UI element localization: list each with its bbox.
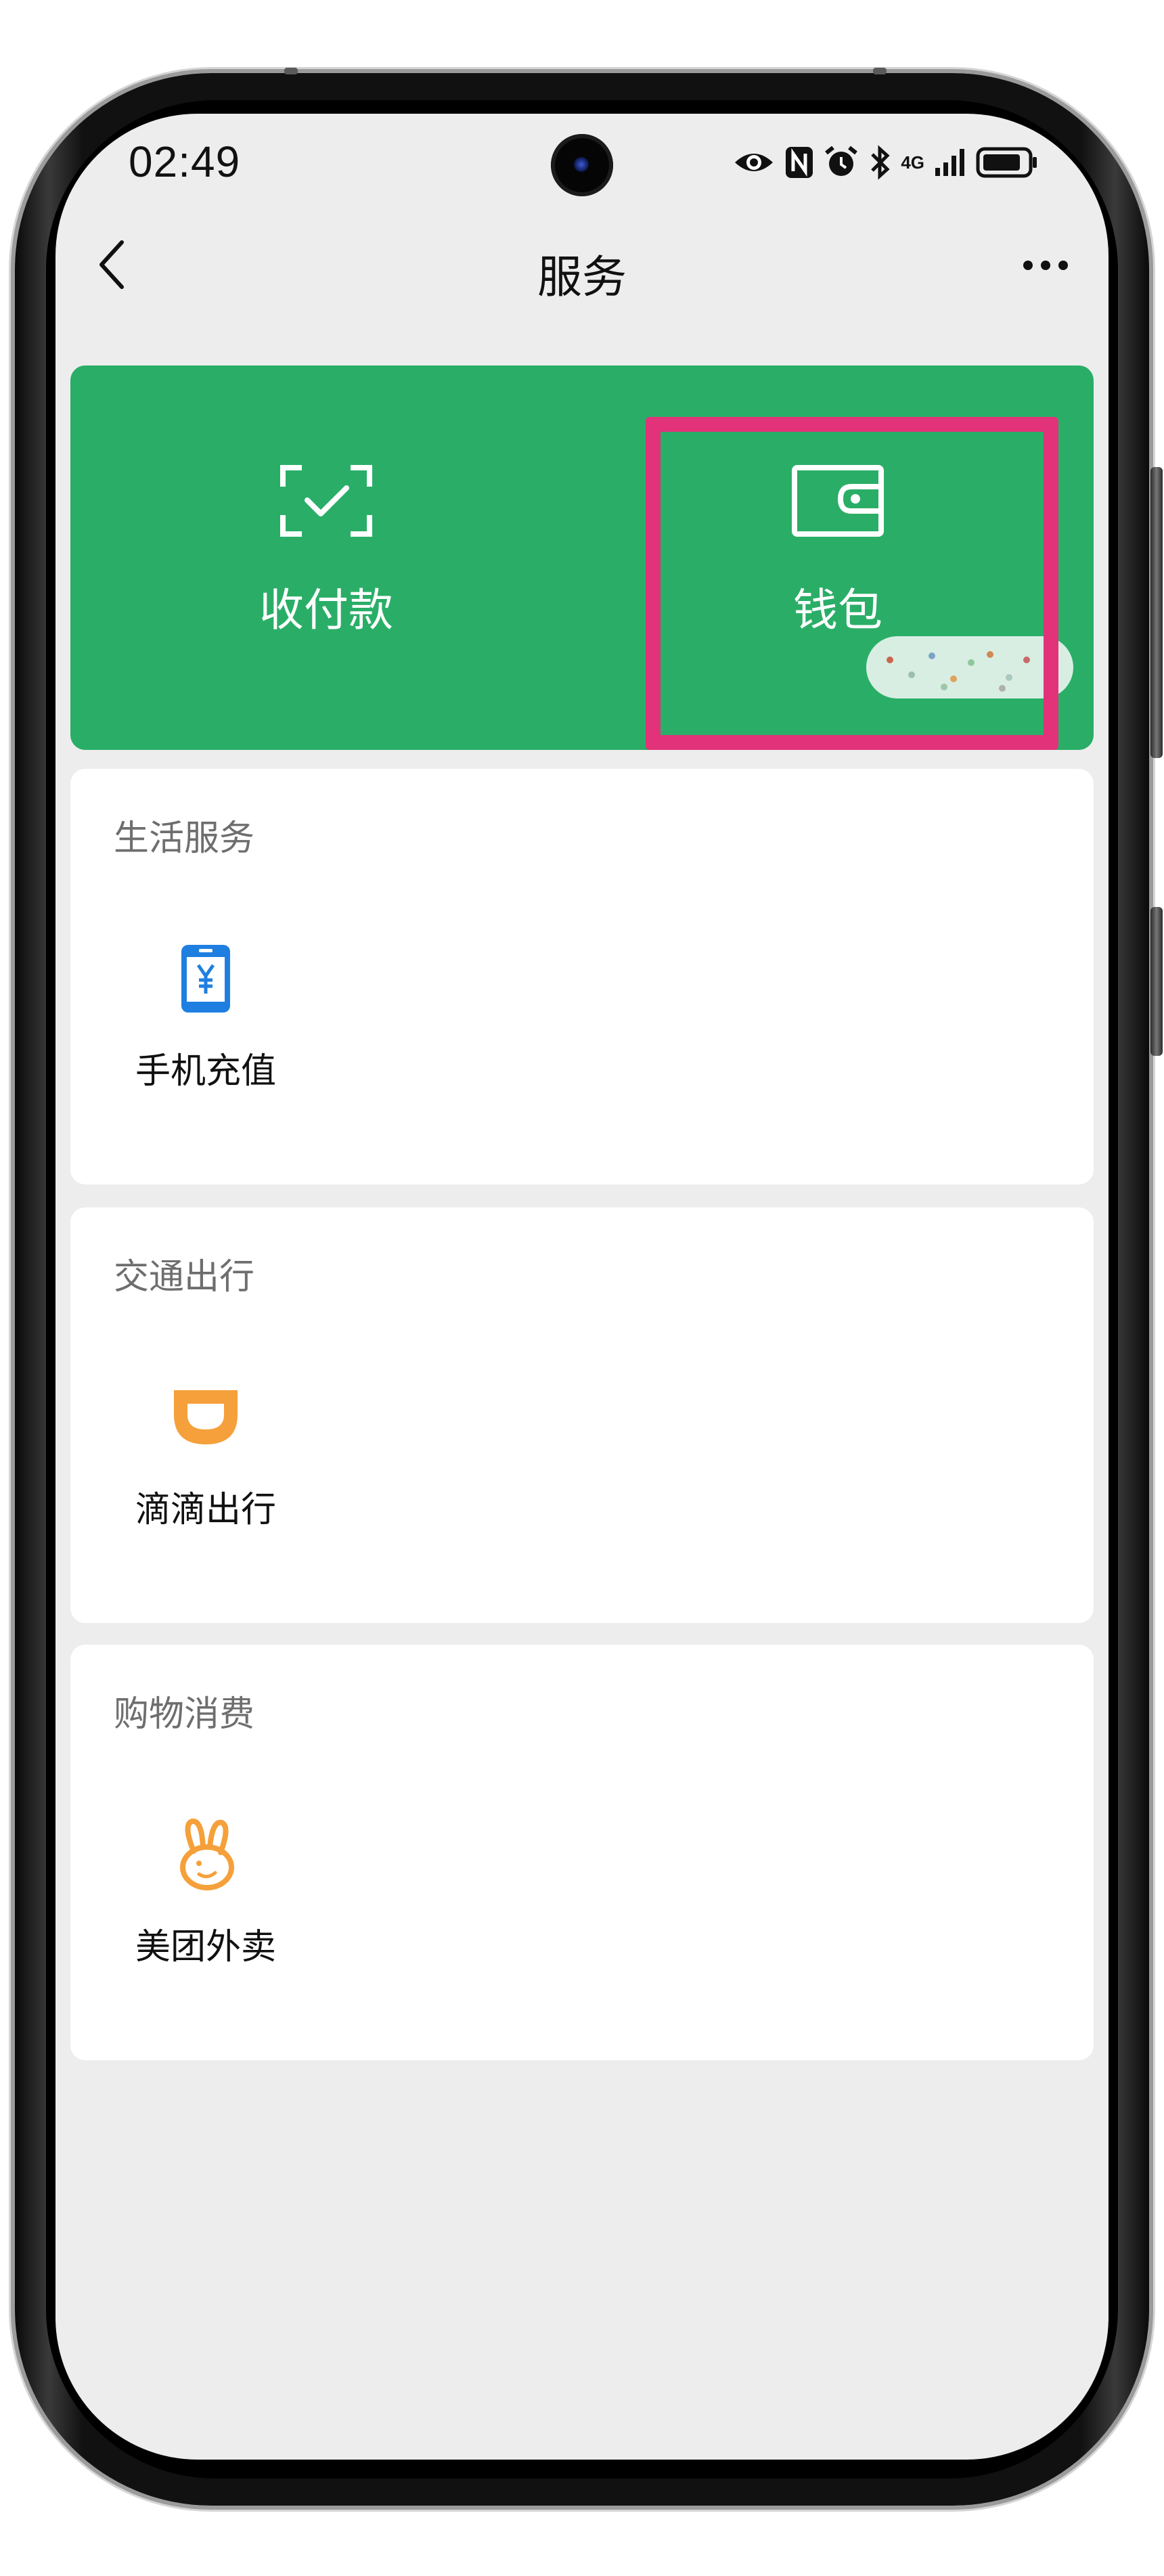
network-type: 4G: [901, 152, 924, 173]
section-card-shopping: 购物消费 美团外卖: [70, 1645, 1094, 2060]
power-button: [1150, 907, 1163, 1056]
page-title: 服务: [537, 251, 627, 303]
didi-item[interactable]: 滴滴出行: [111, 1377, 300, 1532]
wallet-highlight-box: [646, 417, 1058, 750]
meituan-label: 美团外卖: [135, 1927, 276, 1968]
more-dot: [1058, 261, 1068, 270]
status-icons: 4G: [733, 142, 1038, 183]
signal-icon: [934, 148, 966, 177]
volume-button: [1150, 467, 1163, 758]
didi-icon: [165, 1377, 246, 1458]
status-bar: 02:49 4G: [55, 114, 1109, 215]
phone-recharge-item[interactable]: 手机充值: [111, 938, 300, 1093]
phone-recharge-label: 手机充值: [135, 1051, 276, 1092]
scan-check-icon: [279, 460, 374, 541]
front-camera: [551, 134, 613, 196]
receive-pay-label: 收付款: [259, 584, 393, 636]
battery-icon: [976, 146, 1038, 179]
receive-pay-button[interactable]: 收付款: [70, 365, 582, 750]
section-title: 交通出行: [114, 1257, 255, 1297]
more-dot: [1041, 261, 1050, 270]
nav-bar: 服务: [55, 222, 1109, 310]
phone-recharge-icon: [165, 938, 246, 1019]
meituan-item[interactable]: 美团外卖: [111, 1814, 300, 1969]
section-card-life-services: 生活服务 手机充值: [70, 769, 1094, 1184]
eye-icon: [733, 149, 775, 176]
frame-antenna-line: [284, 68, 298, 74]
section-title: 生活服务: [114, 818, 255, 859]
nfc-icon: [784, 146, 814, 179]
section-card-transport: 交通出行 滴滴出行: [70, 1207, 1094, 1623]
didi-label: 滴滴出行: [135, 1490, 276, 1530]
meituan-rabbit-icon: [165, 1814, 246, 1895]
bluetooth-icon: [868, 145, 891, 180]
alarm-icon: [824, 145, 859, 180]
screen: 02:49 4G 服务 收付款 钱包 生活服务 手机充值 交通出行 滴滴出行 购…: [55, 114, 1109, 2460]
more-button[interactable]: [1008, 238, 1083, 292]
section-title: 购物消费: [114, 1694, 255, 1735]
status-time: 02:49: [129, 137, 241, 186]
frame-antenna-line: [873, 68, 887, 74]
more-dot: [1023, 261, 1033, 270]
